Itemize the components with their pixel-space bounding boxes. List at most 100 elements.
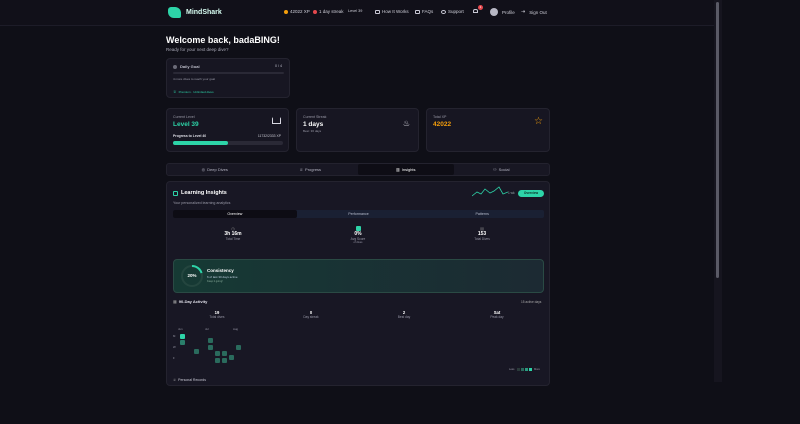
- main-tabs: ◎ Deep Dives ♕ Progress ▥ Insights ⚇ Social: [166, 163, 550, 176]
- total-xp-card: Total XP 42022 ☆: [426, 108, 550, 152]
- tab-label: Deep Dives: [207, 167, 228, 172]
- tab-social[interactable]: ⚇ Social: [454, 164, 550, 175]
- sign-out-label: Sign Out: [529, 9, 547, 15]
- sign-out-icon: ⇥: [521, 9, 526, 15]
- crown-icon: ♕: [173, 89, 177, 94]
- subtab-performance[interactable]: Performance: [297, 210, 421, 218]
- month-label: Jun: [178, 327, 183, 331]
- bell-icon: [473, 9, 478, 13]
- overview-badge[interactable]: Overview: [518, 190, 544, 197]
- stat-label: Day streak: [303, 315, 319, 319]
- support-label: Support: [448, 9, 464, 14]
- consistency-percent: 20%: [187, 273, 197, 278]
- nav-faqs[interactable]: FAQs: [415, 9, 433, 14]
- tab-progress[interactable]: ♕ Progress: [263, 164, 359, 175]
- deep-dives-icon: ◎: [201, 167, 206, 172]
- level-value: Level 39: [348, 9, 363, 13]
- month-label: Jul: [205, 327, 209, 331]
- tab-insights[interactable]: ▥ Insights: [358, 164, 454, 175]
- stat-total-dives: ▤ 153 Total Dives: [452, 226, 512, 241]
- progress-value: 11732/2333 XP: [257, 134, 281, 138]
- stat-label: Total dives: [209, 315, 225, 319]
- heatmap-cell: [180, 334, 185, 339]
- total-xp-value: 42022: [433, 121, 452, 128]
- stat-label: Peak day: [490, 315, 504, 319]
- xp-icon: [284, 9, 288, 14]
- level-label: Current Level: [173, 115, 195, 119]
- tab-deep-dives[interactable]: ◎ Deep Dives: [167, 164, 263, 175]
- daily-goal-progress: [173, 72, 284, 74]
- xp-value: 42022 XP: [290, 9, 310, 14]
- daily-goal-text: 4 more dives to reach your goal: [173, 77, 216, 81]
- insights-icon: ▥: [395, 167, 400, 172]
- trend-label: 1 wk: [508, 191, 515, 195]
- streak-indicator: 1 day streak: [313, 9, 344, 14]
- nav-support[interactable]: Support: [441, 9, 464, 14]
- streak-label: Current Streak: [303, 115, 327, 119]
- subtab-patterns[interactable]: Patterns: [420, 210, 544, 218]
- level-progress-track: [173, 141, 283, 145]
- stat-label: Total Dives: [474, 237, 490, 241]
- insights-subtabs: Overview Performance Patterns: [173, 210, 544, 218]
- notification-count: 1: [478, 5, 483, 10]
- nav-how-it-works[interactable]: How It Works: [375, 9, 409, 14]
- tab-label: Social: [498, 167, 510, 172]
- stat-sub: of dives: [353, 241, 363, 244]
- heatmap-cell: [208, 345, 213, 350]
- legend-swatch: [529, 368, 532, 371]
- day-label: W: [173, 345, 176, 349]
- insights-header: Learning Insights: [173, 190, 227, 196]
- target-icon: [173, 64, 177, 69]
- best-streak: Best: 36 days: [303, 129, 322, 133]
- heatmap-cell: [215, 358, 220, 363]
- streak-card: Current Streak 1 days Best: 36 days ♨: [296, 108, 419, 152]
- activity-total-dives: 19 Total dives: [187, 310, 247, 319]
- activity-header: ▦ 90-Day Activity: [173, 299, 207, 304]
- progress-label: Progress to Level 40: [173, 134, 207, 138]
- xp-indicator: 42022 XP: [284, 9, 310, 14]
- faq-icon: [415, 9, 420, 14]
- insights-subtitle: Your personalized learning analytics: [173, 201, 231, 205]
- nav-profile[interactable]: Profile: [490, 8, 515, 16]
- tab-label: Progress: [305, 167, 322, 172]
- profile-label: Profile: [502, 9, 515, 15]
- level-card: Current Level Level 39 Progress to Level…: [166, 108, 289, 152]
- avatar: [490, 8, 498, 16]
- trend-sparkline: [472, 186, 508, 197]
- top-nav: [0, 0, 714, 26]
- welcome-title: Welcome back, badaBING!: [166, 35, 280, 45]
- flame-icon: [313, 9, 317, 14]
- subtab-overview[interactable]: Overview: [173, 210, 297, 218]
- month-label: Aug: [233, 327, 238, 331]
- trophy-icon: ♕: [299, 167, 304, 172]
- personal-records-title: Personal Records: [178, 378, 206, 382]
- legend-less: Less: [509, 368, 515, 371]
- day-label: M: [173, 334, 176, 338]
- brand[interactable]: MindShark: [168, 7, 222, 18]
- stat-total-time: ◷ 3h 16m Total Time: [203, 226, 263, 241]
- consistency-title: Consistency: [207, 268, 234, 273]
- level-progress-fill: [173, 141, 228, 145]
- crown-icon: [272, 117, 281, 124]
- notifications-button[interactable]: [473, 9, 478, 13]
- streak-value: 1 days: [303, 121, 324, 128]
- streak-value: 1 day streak: [319, 9, 344, 14]
- sign-out-button[interactable]: ⇥ Sign Out: [521, 9, 547, 15]
- activity-day-streak: 0 Day streak: [281, 310, 341, 319]
- daily-goal-title: Daily Goal: [180, 64, 200, 69]
- total-xp-label: Total XP: [433, 115, 447, 119]
- legend-more: More: [534, 368, 540, 371]
- heatmap-cell: [208, 338, 213, 343]
- activity-title: 90-Day Activity: [178, 299, 208, 304]
- day-label: F: [173, 356, 175, 360]
- stat-avg-score: 0% Avg Score of dives: [328, 226, 388, 244]
- personal-records-header: ♕ Personal Records: [173, 378, 206, 382]
- stat-label: Best day: [397, 315, 411, 319]
- scrollbar-thumb[interactable]: [716, 2, 719, 278]
- heatmap-cell: [180, 340, 185, 345]
- chart-icon: [173, 190, 178, 196]
- users-icon: ⚇: [493, 167, 497, 172]
- consistency-text: 6 of last 30 days active: [207, 275, 238, 279]
- faqs-label: FAQs: [422, 9, 434, 14]
- welcome-subtitle: Ready for your next deep dive?: [166, 47, 229, 52]
